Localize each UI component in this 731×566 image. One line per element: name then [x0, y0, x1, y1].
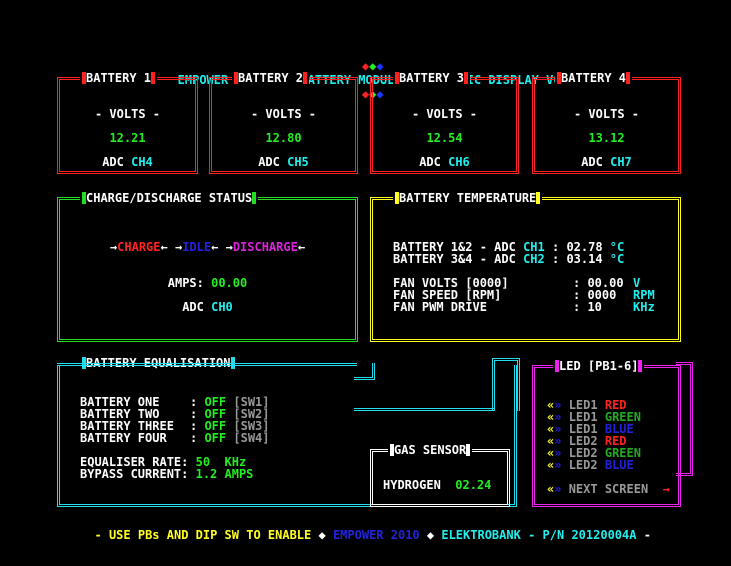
- charge-title: CHARGE/DISCHARGE STATUS: [86, 191, 253, 205]
- diamond-icon: ◆: [426, 528, 435, 542]
- adc-channel: CH7: [610, 155, 632, 169]
- mode-discharge: DISCHARGE: [232, 240, 298, 254]
- arrow-right-icon: →: [225, 240, 233, 254]
- amps-value: 00.00: [211, 276, 248, 290]
- gas-title: GAS SENSOR: [394, 443, 467, 457]
- eq-row: BATTERY FOUR: [80, 431, 167, 445]
- volts-value: 12.54: [426, 131, 463, 145]
- eq-state: OFF: [204, 431, 227, 445]
- fan-value: 10: [587, 300, 602, 314]
- eq-notch-right: [492, 358, 520, 411]
- charge-panel: CHARGE/DISCHARGE STATUS →CHARGE← →IDLE← …: [57, 191, 358, 342]
- temperature-panel: BATTERY TEMPERATURE BATTERY 1&2 - ADC CH…: [370, 191, 681, 342]
- adc-label: ADC: [419, 155, 441, 169]
- volts-label: - VOLTS -: [573, 107, 640, 121]
- volts-value: 12.80: [265, 131, 302, 145]
- eq-switch: [SW4]: [233, 431, 270, 445]
- fan-row: FAN PWM DRIVE: [393, 300, 487, 314]
- led-item[interactable]: «» LED2 BLUE: [547, 458, 634, 472]
- next-screen-button[interactable]: «» NEXT SCREEN →: [547, 482, 670, 496]
- battery-title: BATTERY 2: [238, 71, 304, 85]
- volts-label: - VOLTS -: [94, 107, 161, 121]
- volts-value: 13.12: [588, 131, 625, 145]
- arrow-right-icon: →: [662, 482, 670, 496]
- battery-panel-4: BATTERY 4 - VOLTS - 13.12 ADC CH7: [532, 71, 681, 174]
- footer-maker: ELEKTROBANK: [441, 528, 521, 542]
- gas-panel: GAS SENSOR HYDROGEN 02.24: [370, 443, 510, 507]
- volts-label: - VOLTS -: [250, 107, 317, 121]
- battery-title: BATTERY 3: [399, 71, 465, 85]
- mode-charge: CHARGE: [117, 240, 161, 254]
- led-title: LED [PB1-6]: [559, 359, 639, 373]
- adc-label: ADC: [182, 300, 204, 314]
- battery-title: BATTERY 1: [86, 71, 152, 85]
- eq-notch-left: [354, 363, 375, 380]
- battery-title: BATTERY 4: [561, 71, 627, 85]
- adc-channel: CH5: [287, 155, 309, 169]
- battery-panel-3: BATTERY 3 - VOLTS - 12.54 ADC CH6: [370, 71, 519, 174]
- amps-label: AMPS:: [167, 276, 204, 290]
- adc-channel: CH0: [211, 300, 233, 314]
- mode-idle: IDLE: [182, 240, 212, 254]
- eq-top-border-left: [57, 363, 357, 366]
- adc-label: ADC: [258, 155, 280, 169]
- adc-channel: CH4: [131, 155, 153, 169]
- adc-label: ADC: [102, 155, 124, 169]
- temperature-title: BATTERY TEMPERATURE: [399, 191, 537, 205]
- footer-instructions: USE PBs AND DIP SW TO ENABLE: [108, 528, 312, 542]
- bypass-current: BYPASS CURRENT: 1.2 AMPS: [80, 467, 254, 481]
- volts-value: 12.21: [109, 131, 146, 145]
- temp-row: BATTERY 3&4 - ADC CH2 : 03.14 °C: [393, 252, 625, 266]
- diamond-icon: ◆: [318, 528, 326, 542]
- adc-channel: CH6: [448, 155, 470, 169]
- battery-panel-1: BATTERY 1 - VOLTS - 12.21 ADC CH4: [57, 71, 198, 174]
- adc-label: ADC: [581, 155, 603, 169]
- diamond-blue-icon: ◆: [376, 59, 384, 73]
- arrow-left-icon: ←: [160, 240, 168, 254]
- gas-value: 02.24: [455, 478, 492, 492]
- footer-brand: EMPOWER 2010: [332, 528, 420, 542]
- fan-unit: KHz: [633, 300, 655, 314]
- gas-label: HYDROGEN: [383, 478, 441, 492]
- eq-inner-divider: [354, 408, 494, 411]
- footer-part-number: P/N 20120004A: [542, 528, 637, 542]
- led-tab-top: [676, 362, 693, 476]
- volts-label: - VOLTS -: [411, 107, 478, 121]
- led-panel: LED [PB1-6] «» LED1 RED «» LED1 GREEN «»…: [532, 359, 681, 507]
- footer-bar: - USE PBs AND DIP SW TO ENABLE ◆ EMPOWER…: [94, 528, 651, 542]
- battery-panel-2: BATTERY 2 - VOLTS - 12.80 ADC CH5: [209, 71, 358, 174]
- charge-mode-row: →CHARGE← →IDLE← →DISCHARGE←: [60, 240, 355, 254]
- arrow-left-icon: ←: [211, 240, 219, 254]
- arrow-left-icon: ←: [297, 240, 306, 254]
